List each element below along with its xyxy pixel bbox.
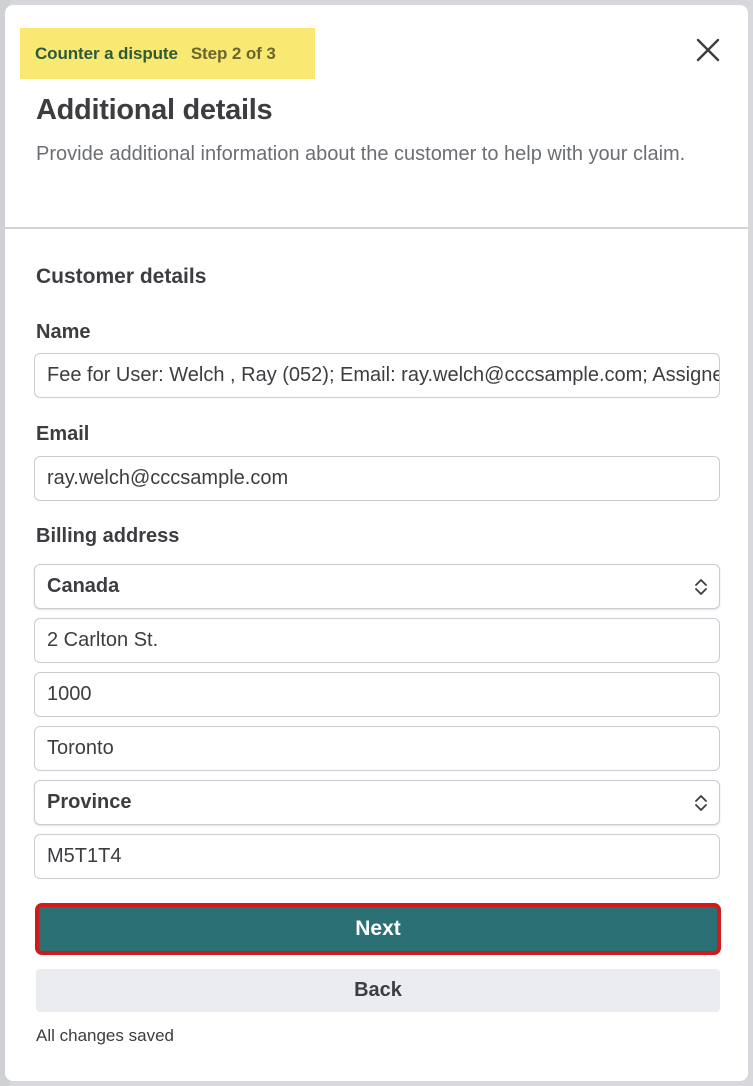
province-value: Province: [47, 791, 132, 813]
name-field[interactable]: Fee for User: Welch , Ray (052); Email: …: [34, 353, 720, 398]
chevron-up-down-icon: [695, 794, 707, 811]
email-field[interactable]: ray.welch@cccsample.com: [34, 456, 720, 501]
close-button[interactable]: [694, 36, 722, 64]
postal-code-field[interactable]: M5T1T4: [34, 834, 720, 879]
name-label: Name: [36, 321, 91, 343]
section-title: Customer details: [36, 265, 207, 288]
dispute-modal: Counter a dispute Step 2 of 3 Additional…: [5, 5, 748, 1081]
save-status: All changes saved: [36, 1026, 174, 1045]
city-field[interactable]: Toronto: [34, 726, 720, 771]
country-value: Canada: [47, 575, 120, 597]
back-button[interactable]: Back: [36, 969, 720, 1012]
chevron-up-down-icon: [695, 578, 707, 595]
province-select[interactable]: Province: [34, 780, 720, 825]
step-indicator: Step 2 of 3: [190, 43, 276, 63]
close-icon: [696, 38, 720, 62]
page-title: Additional details: [36, 94, 273, 126]
flow-name: Counter a dispute: [35, 43, 178, 63]
header-divider: [5, 227, 748, 229]
address-line1-field[interactable]: 2 Carlton St.: [34, 618, 720, 663]
address-line2-field[interactable]: 1000: [34, 672, 720, 717]
email-label: Email: [36, 423, 90, 445]
country-select[interactable]: Canada: [34, 564, 720, 609]
step-banner: Counter a dispute Step 2 of 3: [20, 28, 315, 79]
next-button[interactable]: Next: [36, 904, 720, 954]
billing-address-label: Billing address: [36, 525, 180, 547]
page-subtitle: Provide additional information about the…: [36, 143, 686, 165]
